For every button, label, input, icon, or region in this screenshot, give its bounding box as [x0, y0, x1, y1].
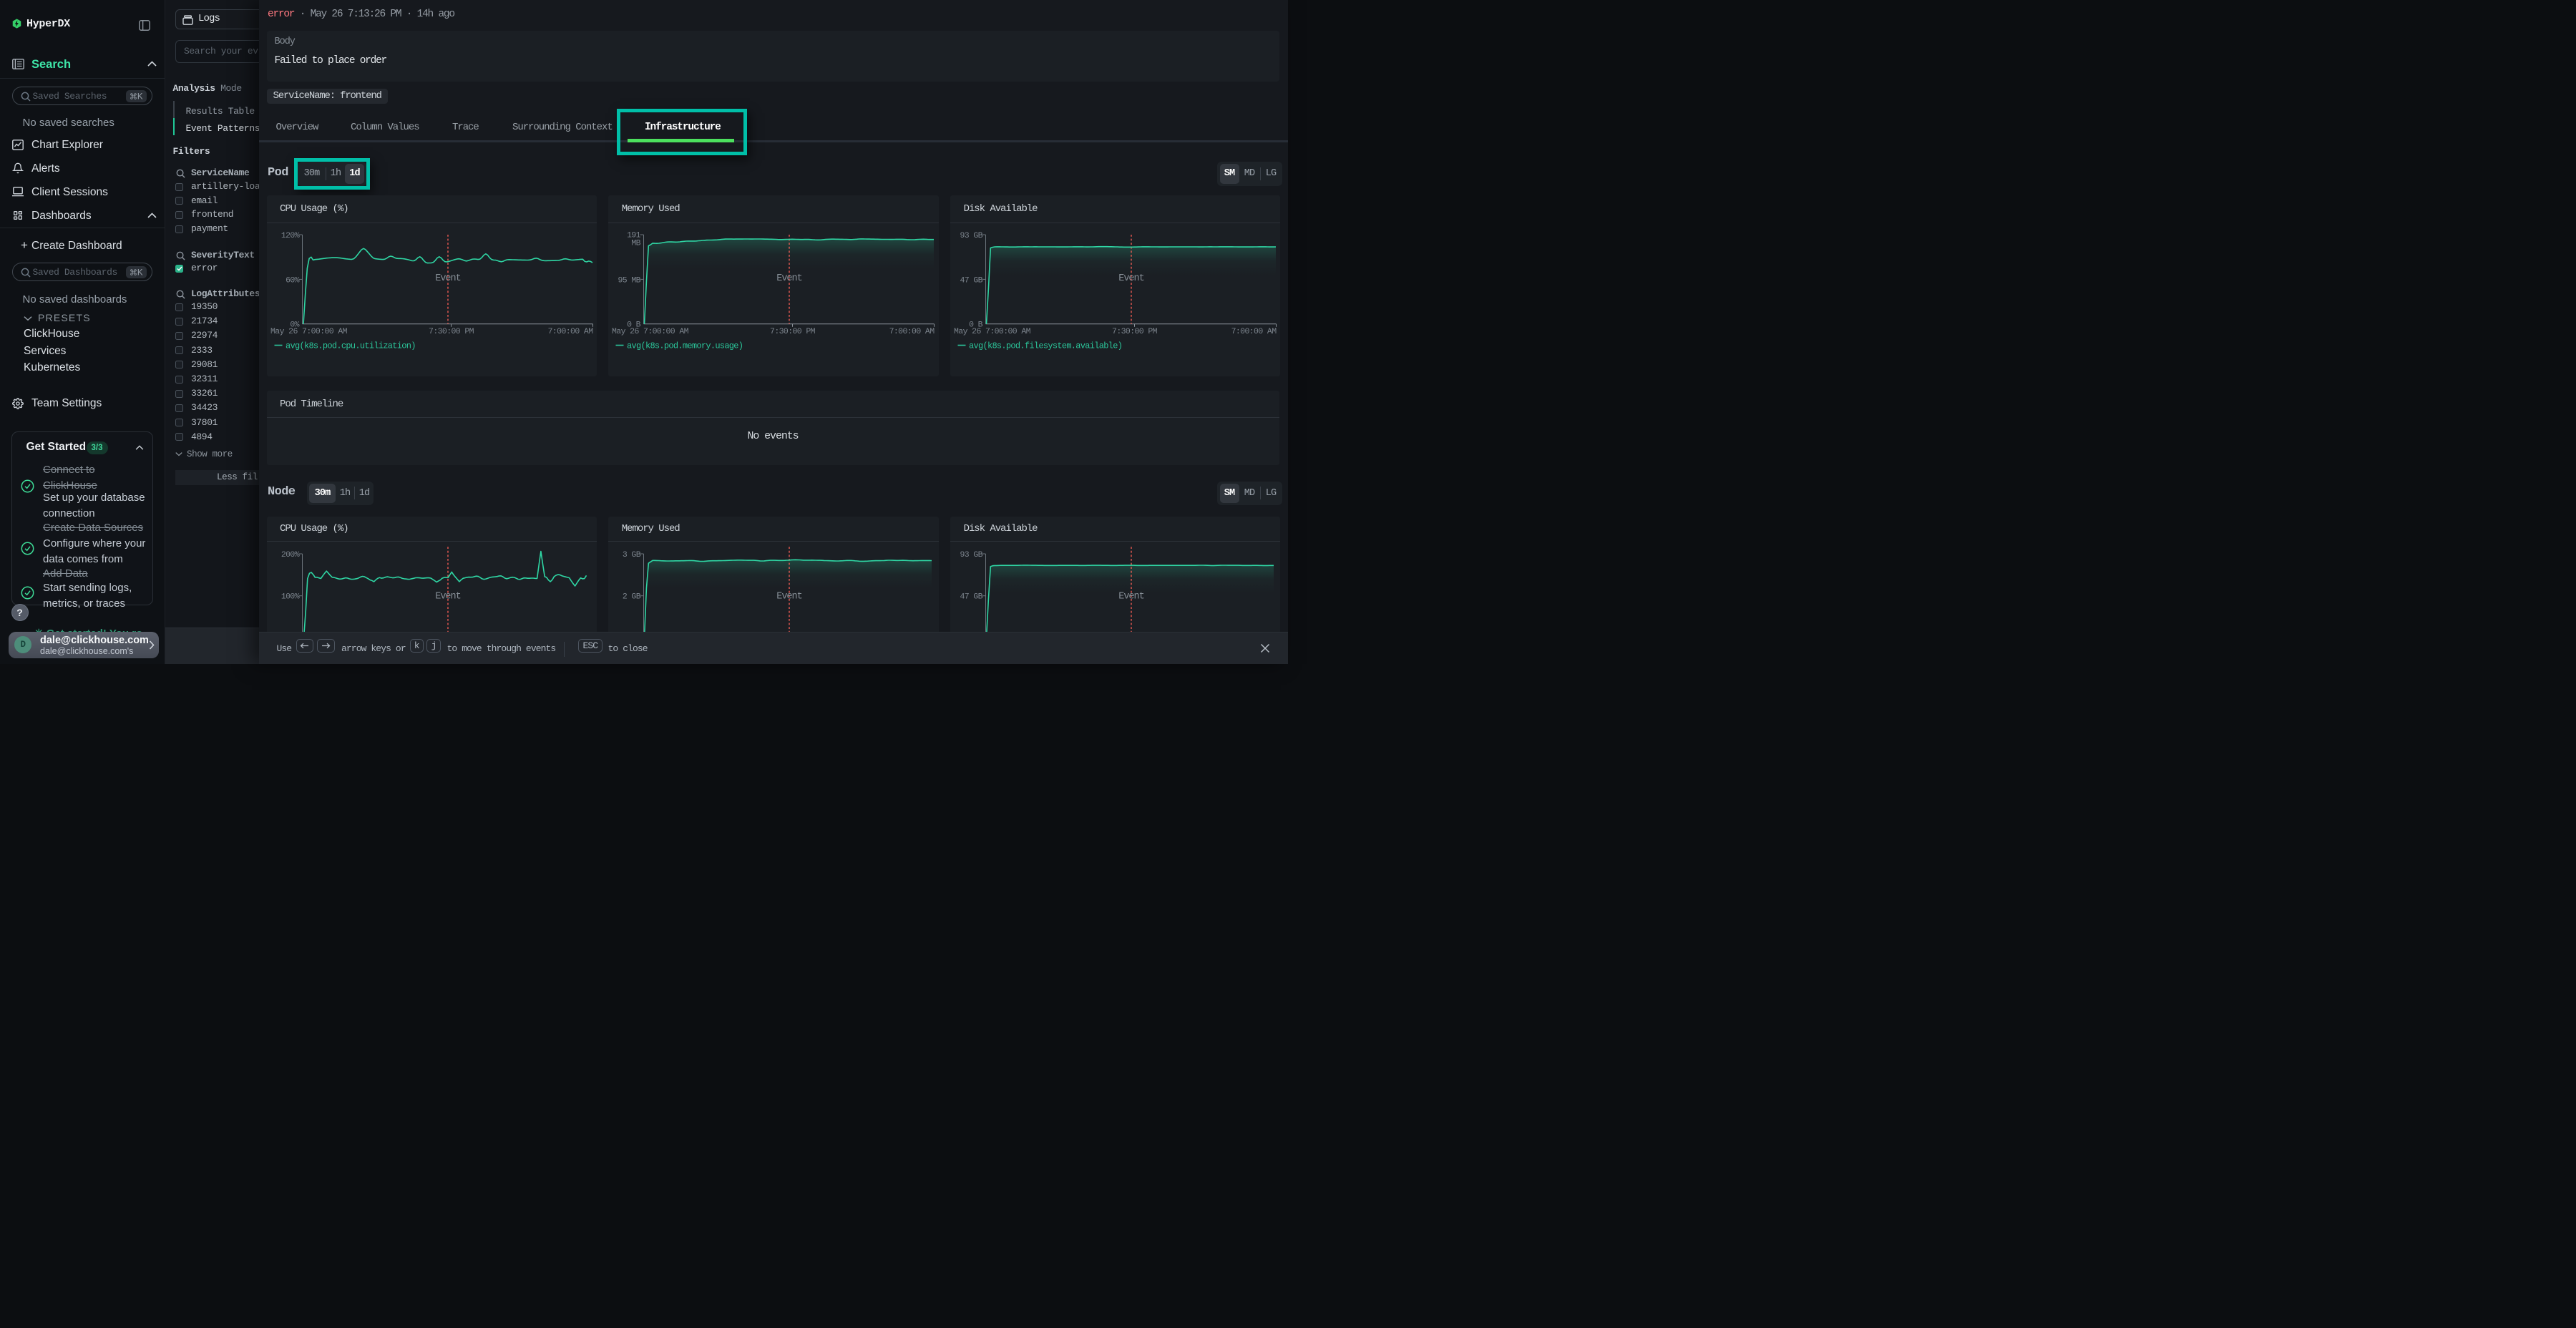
svg-text:47 GB: 47 GB [960, 275, 983, 285]
svg-text:2 GB: 2 GB [623, 592, 641, 601]
svg-text:Event: Event [1118, 273, 1143, 284]
svg-text:93 GB: 93 GB [960, 550, 983, 560]
svg-text:Event: Event [777, 591, 802, 602]
svg-text:120%: 120% [280, 231, 299, 240]
svg-text:Event: Event [1118, 591, 1143, 602]
svg-text:MB: MB [632, 238, 641, 248]
svg-text:7:00:00 AM: 7:00:00 AM [889, 326, 935, 336]
svg-text:May 26 7:00:00 AM: May 26 7:00:00 AM [270, 326, 347, 336]
svg-text:May 26 7:00:00 AM: May 26 7:00:00 AM [954, 326, 1031, 336]
svg-text:avg(k8s.pod.cpu.utilization): avg(k8s.pod.cpu.utilization) [285, 341, 415, 351]
svg-text:May 26 7:00:00 AM: May 26 7:00:00 AM [612, 326, 689, 336]
svg-text:93 GB: 93 GB [960, 231, 983, 240]
svg-text:100%: 100% [280, 592, 299, 601]
svg-text:200%: 200% [280, 550, 299, 560]
svg-text:Event: Event [777, 273, 802, 284]
svg-text:7:30:00 PM: 7:30:00 PM [429, 326, 474, 336]
svg-text:7:00:00 AM: 7:00:00 AM [547, 326, 593, 336]
svg-text:95 MB: 95 MB [618, 275, 641, 285]
svg-text:60%: 60% [286, 275, 300, 285]
svg-text:3 GB: 3 GB [623, 550, 641, 560]
svg-text:7:00:00 AM: 7:00:00 AM [1231, 326, 1277, 336]
svg-text:avg(k8s.pod.filesystem.availab: avg(k8s.pod.filesystem.available) [969, 341, 1122, 351]
svg-text:Event: Event [435, 273, 460, 284]
svg-text:7:30:00 PM: 7:30:00 PM [770, 326, 816, 336]
svg-text:47 GB: 47 GB [960, 592, 983, 601]
svg-text:avg(k8s.pod.memory.usage): avg(k8s.pod.memory.usage) [627, 341, 743, 351]
svg-text:7:30:00 PM: 7:30:00 PM [1112, 326, 1158, 336]
svg-text:Event: Event [435, 591, 460, 602]
